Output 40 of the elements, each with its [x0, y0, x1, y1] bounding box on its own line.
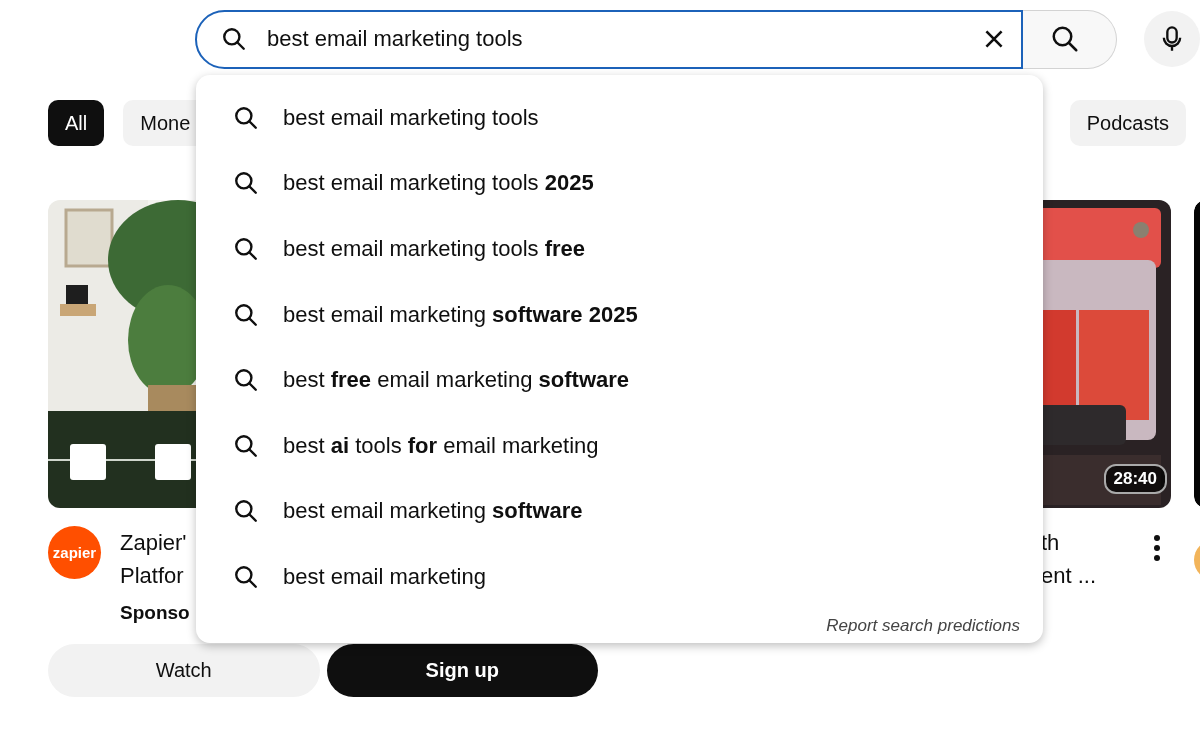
suggestion-text: best ai tools for email marketing	[283, 432, 599, 459]
search-icon	[233, 367, 259, 394]
ad-button[interactable]: Sign up	[326, 644, 598, 697]
duration-badge: 28:40	[1103, 464, 1167, 494]
search-icon	[233, 432, 259, 459]
more-options-icon[interactable]	[1153, 534, 1161, 562]
search-icon	[233, 170, 259, 197]
video-title[interactable]: Zapier'	[120, 526, 190, 559]
suggestion-text: best email marketing tools free	[283, 236, 586, 262]
report-link[interactable]: Report search predictions	[826, 615, 1020, 635]
search-icon	[233, 563, 259, 590]
search-field[interactable]: best email marketing tools	[195, 9, 1023, 69]
search-icon	[233, 301, 259, 328]
suggestion-item[interactable]: best email marketing tools 2025	[196, 150, 1043, 217]
video-title[interactable]: Platfor	[120, 559, 190, 592]
suggestion-item[interactable]: best ai tools for email marketing	[196, 412, 1043, 479]
search-icon	[233, 498, 259, 525]
suggestion-text: best email marketing software 2025	[283, 301, 638, 328]
suggestion-text: best free email marketing software	[283, 367, 630, 394]
search-button[interactable]	[1022, 9, 1117, 69]
suggestion-item[interactable]: best email marketing software 2025	[196, 281, 1043, 348]
search-icon	[233, 104, 259, 131]
search-icon	[221, 26, 247, 52]
suggestion-text: best email marketing tools 2025	[283, 170, 594, 197]
suggestion-item[interactable]: best email marketing	[196, 544, 1043, 610]
microphone-button[interactable]	[1144, 11, 1200, 67]
search-input[interactable]: best email marketing tools	[267, 26, 977, 52]
video-title[interactable]: th	[1041, 526, 1097, 559]
suggestion-item[interactable]: best email marketing software	[196, 478, 1043, 545]
video-title[interactable]: ent ...	[1041, 559, 1097, 592]
filter-chip[interactable]: All	[48, 100, 105, 146]
filter-chip[interactable]: Podcasts	[1069, 100, 1186, 146]
ad-button[interactable]: Watch	[48, 644, 320, 697]
suggestion-item[interactable]: best email marketing tools free	[196, 216, 1043, 282]
suggestion-text: best email marketing software	[283, 498, 583, 525]
suggestion-text: best email marketing tools	[283, 104, 539, 131]
suggestion-text: best email marketing	[283, 563, 486, 590]
suggestion-item[interactable]: best free email marketing software	[196, 347, 1043, 413]
sponsored-label: Sponso	[120, 602, 190, 624]
search-icon	[233, 236, 259, 262]
